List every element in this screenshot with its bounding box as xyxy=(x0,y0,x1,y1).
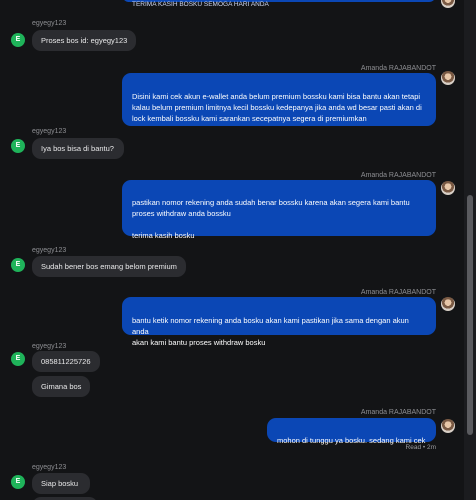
agent-avatar xyxy=(441,0,455,8)
scrollbar-thumb[interactable] xyxy=(467,195,473,435)
message-bubble-user: Sudah bener bos emang belom premium xyxy=(32,256,186,277)
message-text: Proses bos id: egyegy123 xyxy=(41,36,128,45)
sender-name: egyegy123 xyxy=(32,247,67,254)
message-text: 085811225726 xyxy=(41,357,91,366)
message-bubble-agent: TERIMA KASIH BOSKU SEMOGA HARI ANDA xyxy=(122,0,436,8)
message-bubble-user: 085811225726 xyxy=(32,351,100,372)
message-bubble-user: Siap bosku xyxy=(32,473,90,494)
message-text: Gimana bos xyxy=(41,382,82,391)
message-bubble-agent: Disini kami cek akun e-wallet anda belum… xyxy=(122,73,436,126)
sender-name: Amanda RAJABANDOT xyxy=(360,289,436,296)
read-receipt: Read • 2m xyxy=(406,444,436,451)
user-avatar: E xyxy=(11,258,25,272)
message-bubble-user: Iya bos bisa di bantu? xyxy=(32,138,124,159)
message-text: Sudah bener bos emang belom premium xyxy=(41,262,177,271)
message-text: Disini kami cek akun e-wallet anda belum… xyxy=(132,92,422,123)
chat-scrollbar[interactable] xyxy=(464,0,476,500)
user-avatar: E xyxy=(11,139,25,153)
chat-transcript[interactable]: TERIMA KASIH BOSKU SEMOGA HARI ANDA E eg… xyxy=(0,0,464,500)
agent-avatar xyxy=(441,419,455,433)
message-text: Iya bos bisa di bantu? xyxy=(41,144,114,153)
sender-name: egyegy123 xyxy=(32,20,67,27)
message-bubble-user: Proses bos id: egyegy123 xyxy=(32,30,136,51)
sender-name: egyegy123 xyxy=(32,128,67,135)
sender-name: Amanda RAJABANDOT xyxy=(360,172,436,179)
message-bubble-agent: pastikan nomor rekening anda sudah benar… xyxy=(122,180,436,240)
message-text: bantu ketik nomor rekening anda bosku ak… xyxy=(132,316,409,347)
sender-name: egyegy123 xyxy=(32,464,67,471)
user-avatar: E xyxy=(11,352,25,366)
message-text: TERIMA KASIH BOSKU SEMOGA HARI ANDA xyxy=(132,1,269,8)
message-bubble-agent: bantu ketik nomor rekening anda bosku ak… xyxy=(122,297,436,347)
user-avatar: E xyxy=(11,475,25,489)
message-text: Siap bosku xyxy=(41,479,79,488)
message-bubble-agent: mohon di tunggu ya bosku. sedang kami ce… xyxy=(267,418,436,445)
message-text: mohon di tunggu ya bosku. sedang kami ce… xyxy=(277,436,426,445)
agent-avatar xyxy=(441,71,455,85)
read-time: 2m xyxy=(426,444,436,451)
sender-name: Amanda RAJABANDOT xyxy=(360,409,436,416)
sender-name: egyegy123 xyxy=(32,343,67,350)
agent-avatar xyxy=(441,181,455,195)
sender-name: Amanda RAJABANDOT xyxy=(360,65,436,72)
agent-avatar xyxy=(441,297,455,311)
message-text: pastikan nomor rekening anda sudah benar… xyxy=(132,198,410,240)
message-bubble-user: Gimana bos xyxy=(32,376,90,397)
separator-dot: • xyxy=(422,444,426,451)
user-avatar: E xyxy=(11,33,25,47)
read-status: Read xyxy=(405,444,422,451)
